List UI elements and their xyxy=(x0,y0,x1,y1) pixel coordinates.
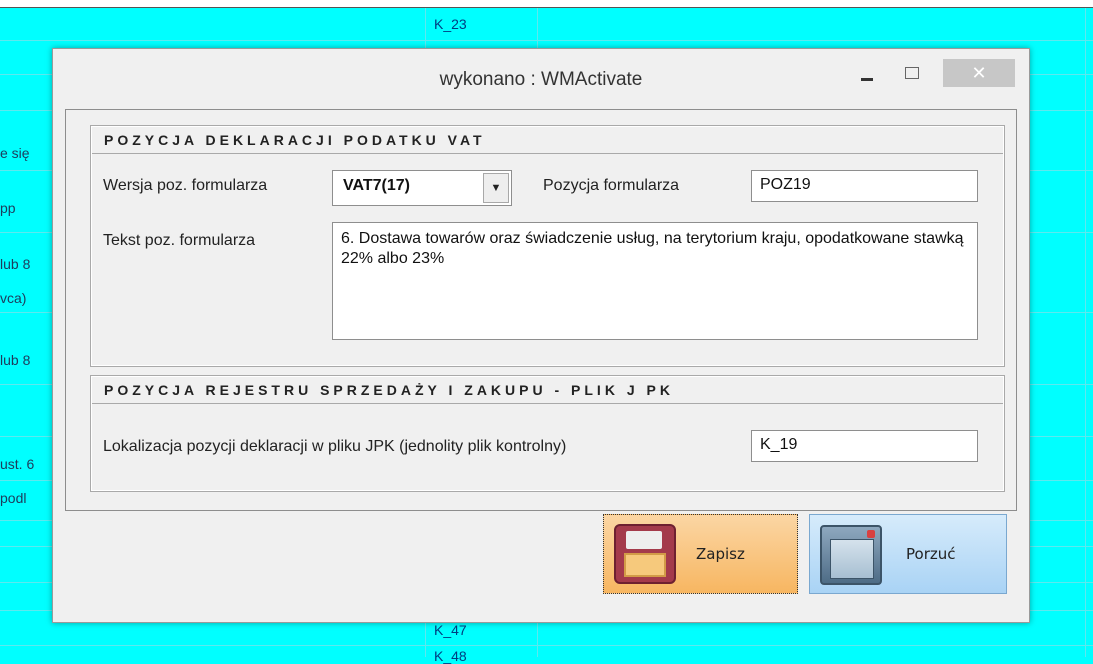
jpk-location-field[interactable]: K_19 xyxy=(751,430,978,462)
window-close-icon xyxy=(820,525,882,585)
version-label: Wersja poz. formularza xyxy=(103,177,268,194)
cell-fragment[interactable]: lub 8 xyxy=(0,352,30,368)
declaration-group: POZYCJA DEKLARACJI PODATKU VAT Wersja po… xyxy=(90,125,1005,367)
close-button[interactable]: ✕ xyxy=(943,59,1015,87)
cell-fragment[interactable]: pp xyxy=(0,200,16,216)
declaration-group-title: POZYCJA DEKLARACJI PODATKU VAT xyxy=(92,127,1003,154)
version-value: VAT7(17) xyxy=(343,177,410,194)
cell-k48[interactable]: K_48 xyxy=(434,648,467,664)
maximize-icon[interactable] xyxy=(905,67,919,79)
cell-fragment[interactable]: ust. 6 xyxy=(0,456,34,472)
minimize-icon[interactable] xyxy=(861,78,873,81)
floppy-disk-icon xyxy=(614,524,676,584)
text-label: Tekst poz. formularza xyxy=(103,232,256,249)
jpk-group: POZYCJA REJESTRU SPRZEDAŻY I ZAKUPU - PL… xyxy=(90,375,1005,492)
chevron-down-icon[interactable]: ▼ xyxy=(483,173,509,203)
cell-fragment[interactable]: vca) xyxy=(0,290,26,306)
cell-fragment[interactable]: e się xyxy=(0,145,30,161)
save-button-label: Zapisz xyxy=(696,545,745,563)
cell-fragment[interactable]: podl xyxy=(0,490,26,506)
position-field[interactable]: POZ19 xyxy=(751,170,978,202)
top-border xyxy=(0,0,1093,8)
cell-k23[interactable]: K_23 xyxy=(434,16,467,32)
cell-fragment[interactable]: lub 8 xyxy=(0,256,30,272)
title-bar[interactable]: wykonano : WMActivate ✕ xyxy=(53,49,1029,105)
vat-position-dialog: wykonano : WMActivate ✕ POZYCJA DEKLARAC… xyxy=(52,48,1030,623)
cancel-button-label: Porzuć xyxy=(906,545,956,563)
window-title: wykonano : WMActivate xyxy=(439,69,643,90)
cell-k47[interactable]: K_47 xyxy=(434,622,467,638)
position-text-area[interactable]: 6. Dostawa towarów oraz świadczenie usłu… xyxy=(332,222,978,340)
position-label: Pozycja formularza xyxy=(543,177,680,194)
save-button[interactable]: Zapisz xyxy=(603,514,798,594)
cancel-button[interactable]: Porzuć xyxy=(809,514,1007,594)
jpk-location-label: Lokalizacja pozycji deklaracji w pliku J… xyxy=(103,438,567,455)
dialog-body: POZYCJA DEKLARACJI PODATKU VAT Wersja po… xyxy=(65,109,1017,511)
jpk-group-title: POZYCJA REJESTRU SPRZEDAŻY I ZAKUPU - PL… xyxy=(92,377,1003,404)
version-select[interactable]: VAT7(17) ▼ xyxy=(332,170,512,206)
